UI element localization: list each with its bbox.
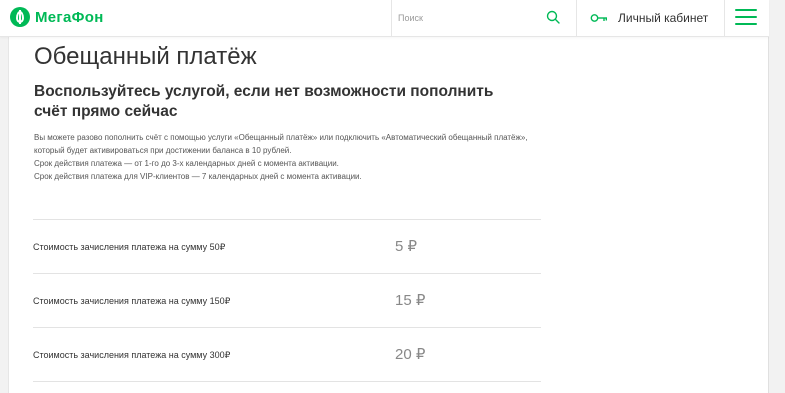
key-icon — [590, 14, 607, 22]
price-row-label: Стоимость зачисления платежа на сумму 15… — [33, 296, 231, 306]
page-subtitle: Воспользуйтесь услугой, если нет возможн… — [34, 83, 494, 120]
price-table: Стоимость зачисления платежа на сумму 50… — [33, 219, 541, 382]
search-input[interactable] — [398, 9, 538, 27]
megafon-logo-icon — [10, 7, 30, 27]
price-row-label: Стоимость зачисления платежа на сумму 30… — [33, 350, 231, 360]
description-paragraph: Срок действия платежа — от 1-го до 3-х к… — [34, 159, 339, 168]
search-box — [391, 0, 577, 36]
price-row: Стоимость зачисления платежа на сумму 30… — [33, 327, 541, 382]
personal-account-link[interactable]: Личный кабинет — [577, 0, 725, 36]
page-title: Обещанный платёж — [34, 43, 257, 70]
site-header: МегаФон Личный кабинет — [0, 0, 769, 37]
description-paragraph: Срок действия платежа для VIP-клиентов —… — [34, 172, 362, 181]
logo-text: МегаФон — [35, 8, 104, 26]
price-row-label: Стоимость зачисления платежа на сумму 50… — [33, 242, 226, 252]
description-paragraph: Вы можете разово пополнить счёт с помощь… — [34, 133, 528, 155]
price-row: Стоимость зачисления платежа на сумму 50… — [33, 219, 541, 273]
logo-link[interactable]: МегаФон — [10, 6, 104, 28]
price-row-value: 5 ₽ — [395, 238, 418, 255]
page-scroll-gutter — [768, 0, 785, 393]
hamburger-menu-icon[interactable] — [735, 9, 757, 27]
price-row: Стоимость зачисления платежа на сумму 15… — [33, 273, 541, 327]
search-icon[interactable] — [546, 10, 560, 24]
page: МегаФон Личный кабинет Обещанный платёж … — [0, 0, 785, 393]
price-row-value: 20 ₽ — [395, 346, 426, 363]
price-row-value: 15 ₽ — [395, 292, 426, 309]
service-description: Вы можете разово пополнить счёт с помощь… — [34, 131, 534, 183]
page-left-gutter — [0, 36, 9, 393]
personal-account-label: Личный кабинет — [618, 11, 709, 25]
